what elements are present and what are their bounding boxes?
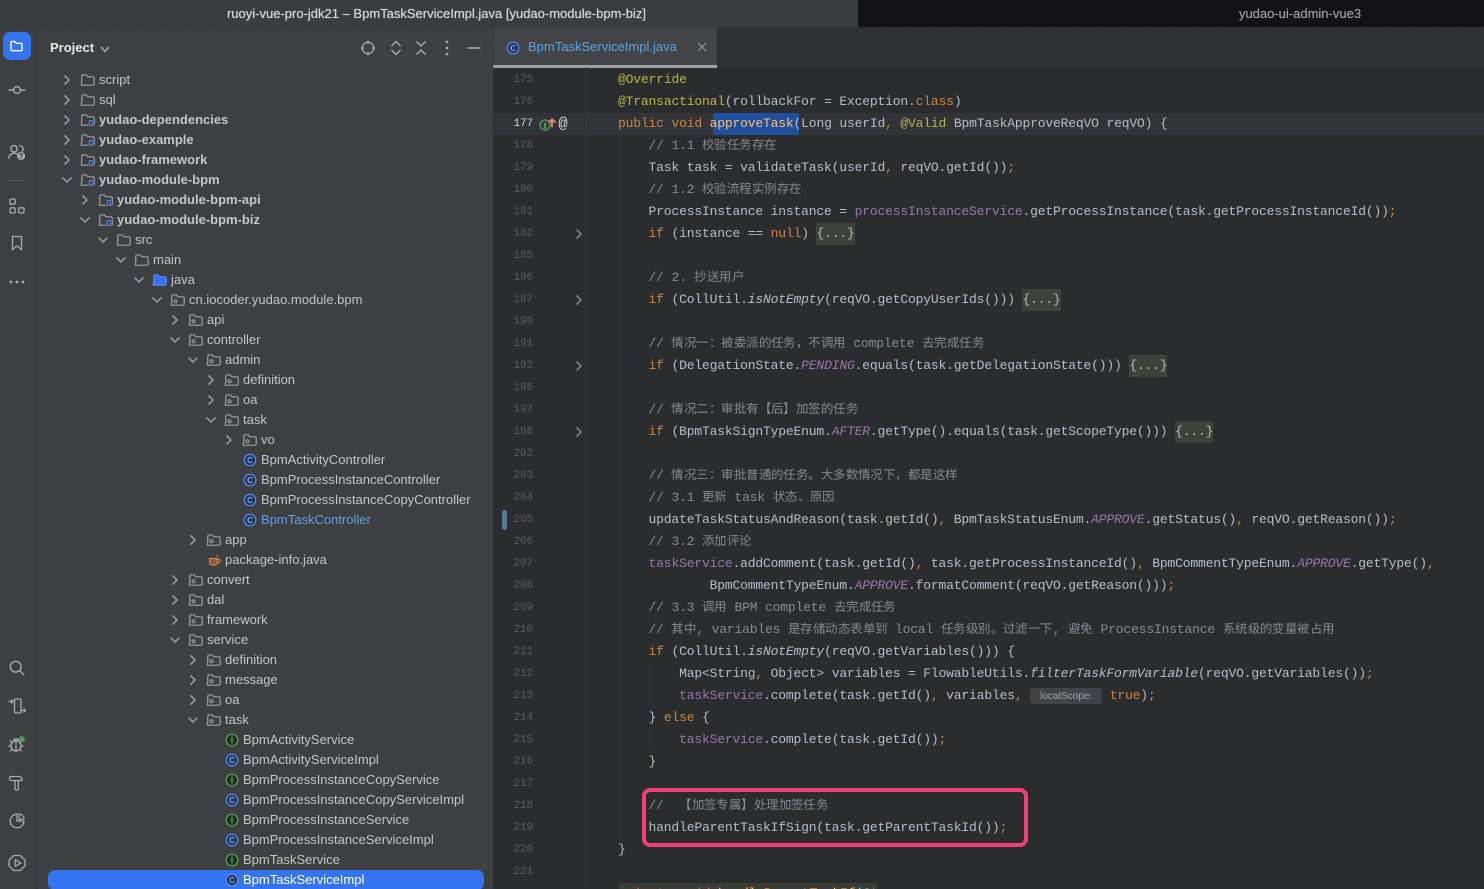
svg-text:C: C <box>247 476 253 485</box>
svg-text:C: C <box>247 496 253 505</box>
svg-text:I: I <box>231 856 233 865</box>
svg-text:C: C <box>229 796 235 805</box>
svg-text:C: C <box>510 43 516 52</box>
svg-text:C: C <box>229 876 235 885</box>
svg-text:I: I <box>231 736 233 745</box>
svg-text:I: I <box>231 816 233 825</box>
svg-text:C: C <box>247 456 253 465</box>
svg-text:C: C <box>229 836 235 845</box>
svg-text:I: I <box>231 776 233 785</box>
svg-text:C: C <box>229 756 235 765</box>
svg-text:C: C <box>247 516 253 525</box>
